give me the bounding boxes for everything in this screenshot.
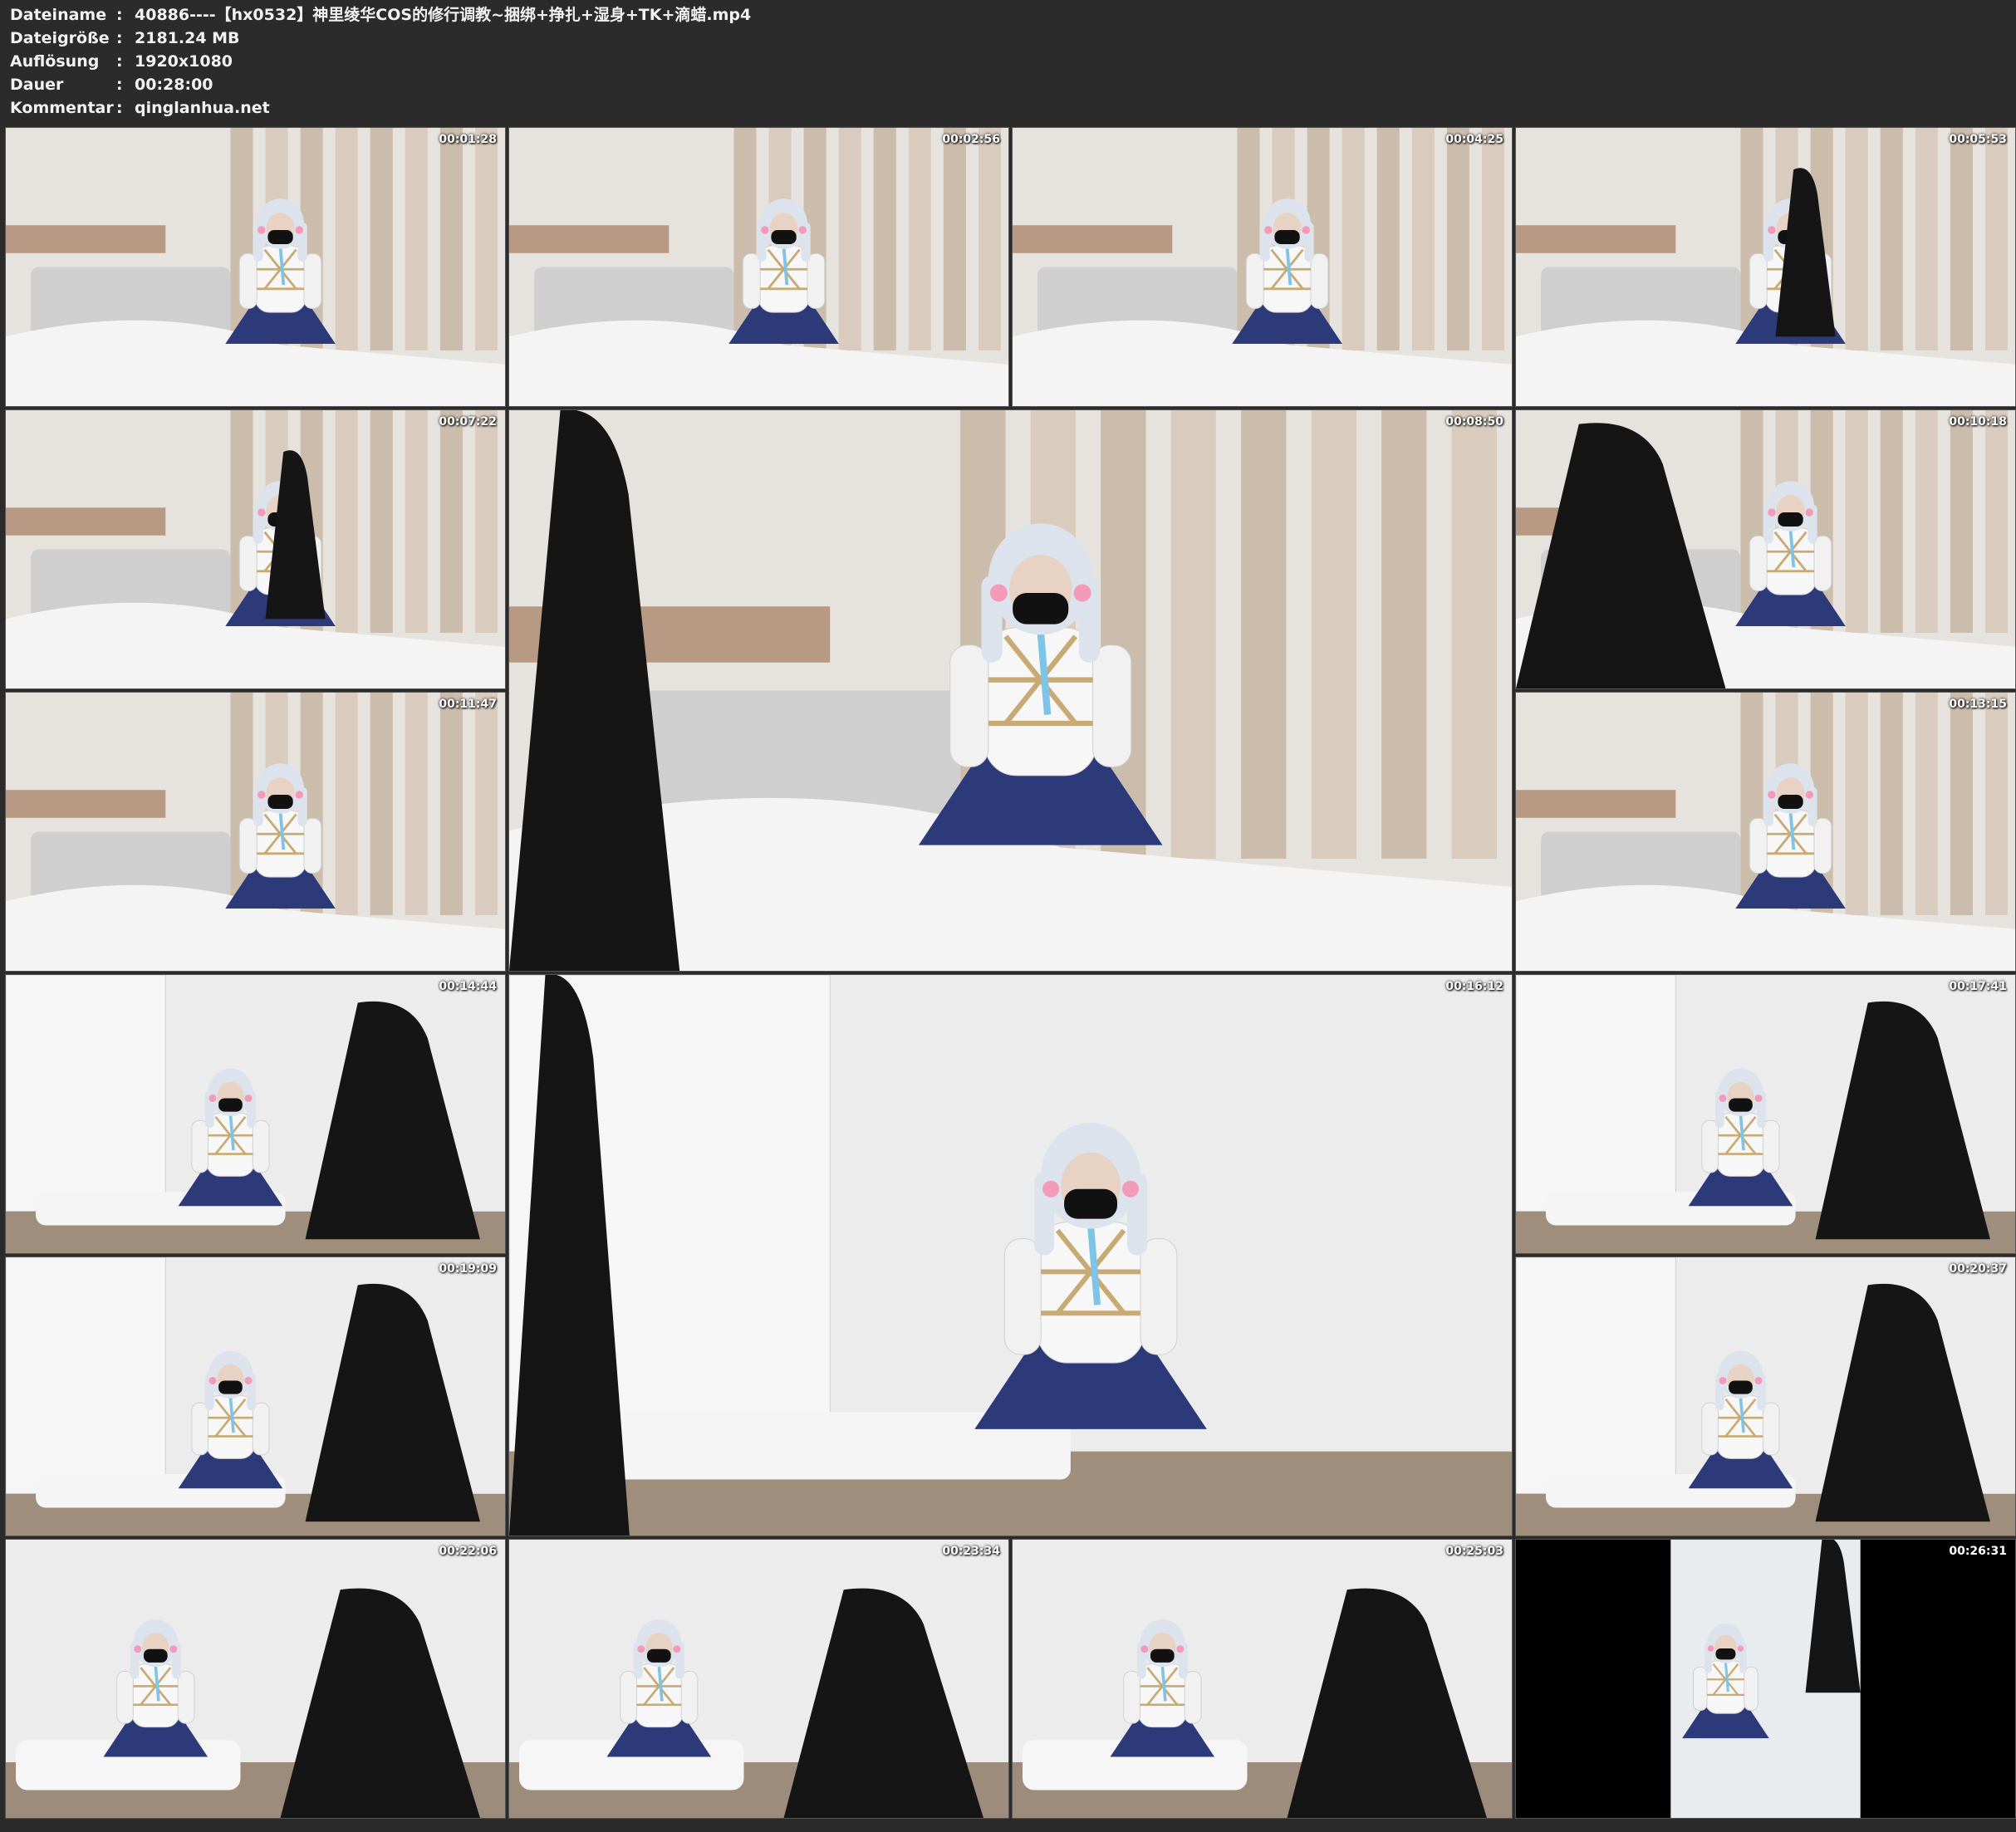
frame-timestamp: 00:11:47 <box>439 698 497 711</box>
frame-image <box>6 128 505 406</box>
frame-image <box>509 410 1512 971</box>
frame-image <box>6 410 505 688</box>
frame-timestamp: 00:19:09 <box>439 1262 497 1276</box>
frame-timestamp: 00:17:41 <box>1949 980 2007 993</box>
frame-timestamp: 00:04:25 <box>1445 133 1503 146</box>
frame-timestamp: 00:22:06 <box>439 1545 497 1558</box>
frame-timestamp: 00:26:31 <box>1949 1545 2007 1558</box>
frame-timestamp: 00:02:56 <box>942 133 1000 146</box>
frame-timestamp: 00:20:37 <box>1949 1262 2007 1276</box>
frame-image <box>1013 128 1512 406</box>
frame-image <box>6 1257 505 1536</box>
frame-timestamp: 00:14:44 <box>439 980 497 993</box>
frame-timestamp: 00:23:34 <box>942 1545 1000 1558</box>
video-thumbnail[interactable]: 00:17:41 <box>1515 974 2016 1254</box>
video-thumbnail[interactable]: 00:08:50 <box>508 409 1513 972</box>
frame-timestamp: 00:16:12 <box>1445 980 1503 993</box>
frame-timestamp: 00:08:50 <box>1445 415 1503 429</box>
frame-image <box>509 975 1512 1536</box>
video-thumbnail[interactable]: 00:05:53 <box>1515 127 2016 407</box>
video-thumbnail[interactable]: 00:10:18 <box>1515 409 2016 689</box>
frame-timestamp: 00:01:28 <box>439 133 497 146</box>
frame-image <box>1516 693 2015 971</box>
frame-image <box>1516 410 2015 688</box>
frame-image <box>1013 1540 1512 1818</box>
video-thumbnail[interactable]: 00:07:22 <box>5 409 506 689</box>
video-thumbnail[interactable]: 00:14:44 <box>5 974 506 1254</box>
frame-image <box>1516 128 2015 406</box>
video-thumbnail[interactable]: 00:11:47 <box>5 692 506 972</box>
frame-timestamp: 00:10:18 <box>1949 415 2007 429</box>
thumbnail-grid: 00:01:28 00:02:56 00:04:25 00:05:53 00:07:22… <box>0 0 2016 1832</box>
video-thumbnail[interactable]: 00:13:15 <box>1515 692 2016 972</box>
frame-timestamp: 00:13:15 <box>1949 698 2007 711</box>
video-thumbnail[interactable]: 00:04:25 <box>1012 127 1513 407</box>
video-thumbnail[interactable]: 00:25:03 <box>1012 1539 1513 1819</box>
frame-image <box>1516 1257 2015 1536</box>
frame-image <box>509 1540 1008 1818</box>
video-thumbnail[interactable]: 00:16:12 <box>508 974 1513 1536</box>
frame-image <box>1516 1540 2015 1818</box>
frame-image <box>6 1540 505 1818</box>
video-thumbnail[interactable]: 00:23:34 <box>508 1539 1009 1819</box>
frame-image <box>6 693 505 971</box>
video-thumbnail[interactable]: 00:02:56 <box>508 127 1009 407</box>
frame-timestamp: 00:07:22 <box>439 415 497 429</box>
frame-timestamp: 00:25:03 <box>1445 1545 1503 1558</box>
frame-image <box>6 975 505 1253</box>
frame-image <box>1516 975 2015 1253</box>
frame-timestamp: 00:05:53 <box>1949 133 2007 146</box>
video-thumbnail[interactable]: 00:19:09 <box>5 1256 506 1536</box>
frame-image <box>509 128 1008 406</box>
video-thumbnail[interactable]: 00:26:31 <box>1515 1539 2016 1819</box>
video-thumbnail[interactable]: 00:20:37 <box>1515 1256 2016 1536</box>
video-thumbnail[interactable]: 00:01:28 <box>5 127 506 407</box>
video-thumbnail[interactable]: 00:22:06 <box>5 1539 506 1819</box>
